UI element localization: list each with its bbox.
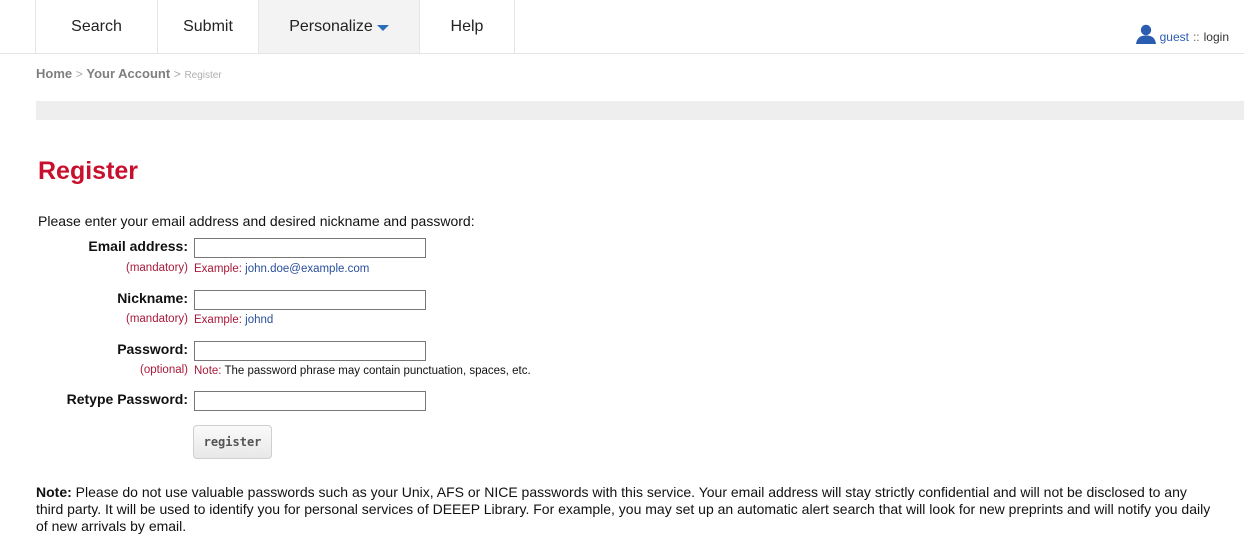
email-mandatory-tag: (mandatory) bbox=[126, 262, 188, 274]
password-optional-tag: (optional) bbox=[140, 364, 188, 376]
nav-search[interactable]: Search bbox=[35, 0, 157, 53]
nav-submit-label: Submit bbox=[183, 17, 233, 35]
nickname-label: Nickname: bbox=[117, 290, 188, 306]
user-box: guest :: login bbox=[1135, 24, 1229, 44]
nickname-hint-example: johnd bbox=[245, 314, 274, 326]
breadcrumb-home[interactable]: Home bbox=[36, 66, 72, 81]
breadcrumb-separator: > bbox=[173, 67, 181, 81]
password-hint: Note: The password phrase may contain pu… bbox=[194, 365, 531, 377]
nickname-field[interactable] bbox=[194, 290, 426, 310]
login-link[interactable]: login bbox=[1204, 30, 1229, 44]
email-hint: Example: john.doe@example.com bbox=[194, 263, 369, 275]
user-icon bbox=[1135, 24, 1156, 44]
guest-link[interactable]: guest bbox=[1160, 30, 1189, 44]
register-button[interactable]: register bbox=[193, 425, 272, 459]
breadcrumb: Home > Your Account > Register bbox=[36, 66, 222, 81]
nav-personalize[interactable]: Personalize bbox=[258, 0, 419, 53]
email-hint-label: Example: bbox=[194, 263, 242, 275]
intro-text: Please enter your email address and desi… bbox=[38, 213, 475, 229]
retype-password-field[interactable] bbox=[194, 391, 426, 411]
password-hint-note: The password phrase may contain punctuat… bbox=[224, 365, 531, 377]
email-field[interactable] bbox=[194, 238, 426, 258]
nickname-hint: Example: johnd bbox=[194, 314, 273, 326]
nav-submit[interactable]: Submit bbox=[157, 0, 258, 53]
page-title: Register bbox=[38, 157, 139, 185]
main-nav: Search Submit Personalize Help bbox=[35, 0, 515, 53]
breadcrumb-current: Register bbox=[184, 70, 222, 81]
note-text: Please do not use valuable passwords suc… bbox=[36, 484, 1211, 534]
nickname-hint-label: Example: bbox=[194, 314, 242, 326]
divider-band bbox=[36, 101, 1244, 120]
password-field[interactable] bbox=[194, 341, 426, 361]
retype-password-label: Retype Password: bbox=[66, 391, 188, 407]
user-separator: :: bbox=[1192, 30, 1200, 44]
password-hint-label: Note: bbox=[194, 365, 222, 377]
nav-personalize-label: Personalize bbox=[289, 17, 373, 35]
nav-help-label: Help bbox=[450, 17, 484, 35]
breadcrumb-separator: > bbox=[75, 67, 83, 81]
note-label: Note: bbox=[36, 484, 72, 500]
email-label: Email address: bbox=[88, 238, 188, 254]
privacy-note: Note: Please do not use valuable passwor… bbox=[36, 484, 1216, 535]
email-hint-example: john.doe@example.com bbox=[245, 263, 370, 275]
top-navigation-bar: Search Submit Personalize Help guest :: … bbox=[0, 0, 1244, 54]
caret-down-icon bbox=[376, 24, 389, 31]
nickname-mandatory-tag: (mandatory) bbox=[126, 313, 188, 325]
nav-search-label: Search bbox=[71, 17, 122, 35]
breadcrumb-account[interactable]: Your Account bbox=[86, 66, 170, 81]
nav-help[interactable]: Help bbox=[419, 0, 515, 53]
password-label: Password: bbox=[117, 341, 188, 357]
